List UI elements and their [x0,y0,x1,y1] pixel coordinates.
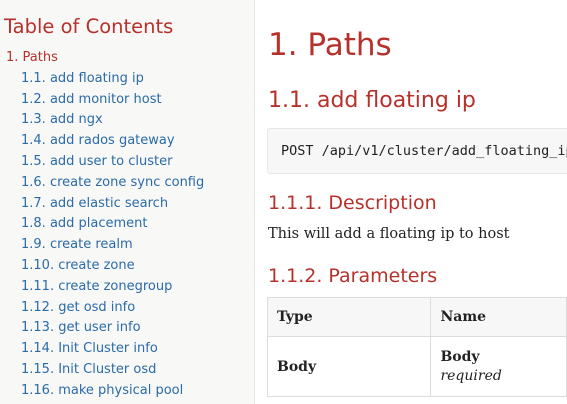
toc-item-init-cluster-osd[interactable]: 1.15. Init Cluster osd [0,360,204,381]
description-heading: 1.1.1. Description [268,192,437,214]
column-header-type: Type [266,297,432,337]
toc-item-create-zone[interactable]: 1.10. create zone [0,256,204,277]
toc-item-label[interactable]: 1.10. create zone [21,258,135,273]
toc-item-label[interactable]: 1.8. add placement [21,216,148,231]
toc-item-label[interactable]: 1.11. create zonegroup [21,279,172,294]
toc-item-add-user-to-cluster[interactable]: 1.5. add user to cluster [0,152,204,173]
toc-item-label[interactable]: 1.4. add rados gateway [21,133,175,148]
toc-item-create-realm[interactable]: 1.9. create realm [0,235,204,256]
toc-item-label[interactable]: 1.9. create realm [21,237,133,252]
main-content: 1. Paths 1.1. add floating ip POST /api/… [256,0,567,404]
column-header-name: Name [430,297,567,337]
toc-item-label[interactable]: 1.2. add monitor host [21,92,162,107]
toc-item-label[interactable]: 1.1. add floating ip [21,71,144,86]
toc-item-add-rados-gateway[interactable]: 1.4. add rados gateway [0,131,204,152]
toc-item-make-physical-pool[interactable]: 1.16. make physical pool [0,381,204,402]
toc-item-label[interactable]: 1.7. add elastic search [21,196,168,211]
section-title: 1.1. add floating ip [268,88,476,113]
toc-item-init-cluster-info[interactable]: 1.14. Init Cluster info [0,339,204,360]
parameters-heading: 1.1.2. Parameters [268,265,438,287]
toc-item-label[interactable]: 1.6. create zone sync config [21,175,204,190]
toc-item-add-ngx[interactable]: 1.3. add ngx [0,110,204,131]
table-row: Body Body required [266,336,567,397]
toc-item-create-zonegroup[interactable]: 1.11. create zonegroup [0,277,204,298]
toc-item-label[interactable]: 1. Paths [6,50,58,65]
toc-title: Table of Contents [4,15,174,38]
toc-item-get-osd-info[interactable]: 1.12. get osd info [0,298,204,319]
toc-item-get-user-info[interactable]: 1.13. get user info [0,318,204,339]
param-type: Body [277,358,317,375]
endpoint-code-block: POST /api/v1/cluster/add_floating_ip [267,128,567,174]
cell-name: Body required [430,336,567,397]
toc-list: 1. Paths 1.1. add floating ip 1.2. add m… [0,48,204,402]
toc-item-add-placement[interactable]: 1.8. add placement [0,214,204,235]
page-title: 1. Paths [268,27,392,63]
toc-item-add-floating-ip[interactable]: 1.1. add floating ip [0,69,204,90]
parameters-table: Type Name Body Body required [266,297,567,397]
toc-item-label[interactable]: 1.14. Init Cluster info [21,341,158,356]
cell-type: Body [266,336,432,397]
param-required-note: required [440,368,502,384]
table-of-contents: Table of Contents 1. Paths 1.1. add floa… [0,0,255,404]
endpoint-code: POST /api/v1/cluster/add_floating_ip [281,143,567,159]
description-text: This will add a floating ip to host [268,226,510,242]
toc-item-label[interactable]: 1.12. get osd info [21,300,135,315]
toc-item-label[interactable]: 1.5. add user to cluster [21,154,172,169]
toc-item-add-monitor-host[interactable]: 1.2. add monitor host [0,90,204,111]
toc-item-paths[interactable]: 1. Paths [0,48,204,69]
param-name: Body [440,349,480,365]
toc-item-label[interactable]: 1.15. Init Cluster osd [21,362,156,377]
toc-item-create-zone-sync-config[interactable]: 1.6. create zone sync config [0,173,204,194]
table-header-row: Type Name [266,297,567,337]
toc-item-label[interactable]: 1.13. get user info [21,320,141,335]
toc-item-label[interactable]: 1.3. add ngx [21,112,103,127]
toc-item-add-elastic-search[interactable]: 1.7. add elastic search [0,194,204,215]
toc-item-label[interactable]: 1.16. make physical pool [21,383,183,398]
